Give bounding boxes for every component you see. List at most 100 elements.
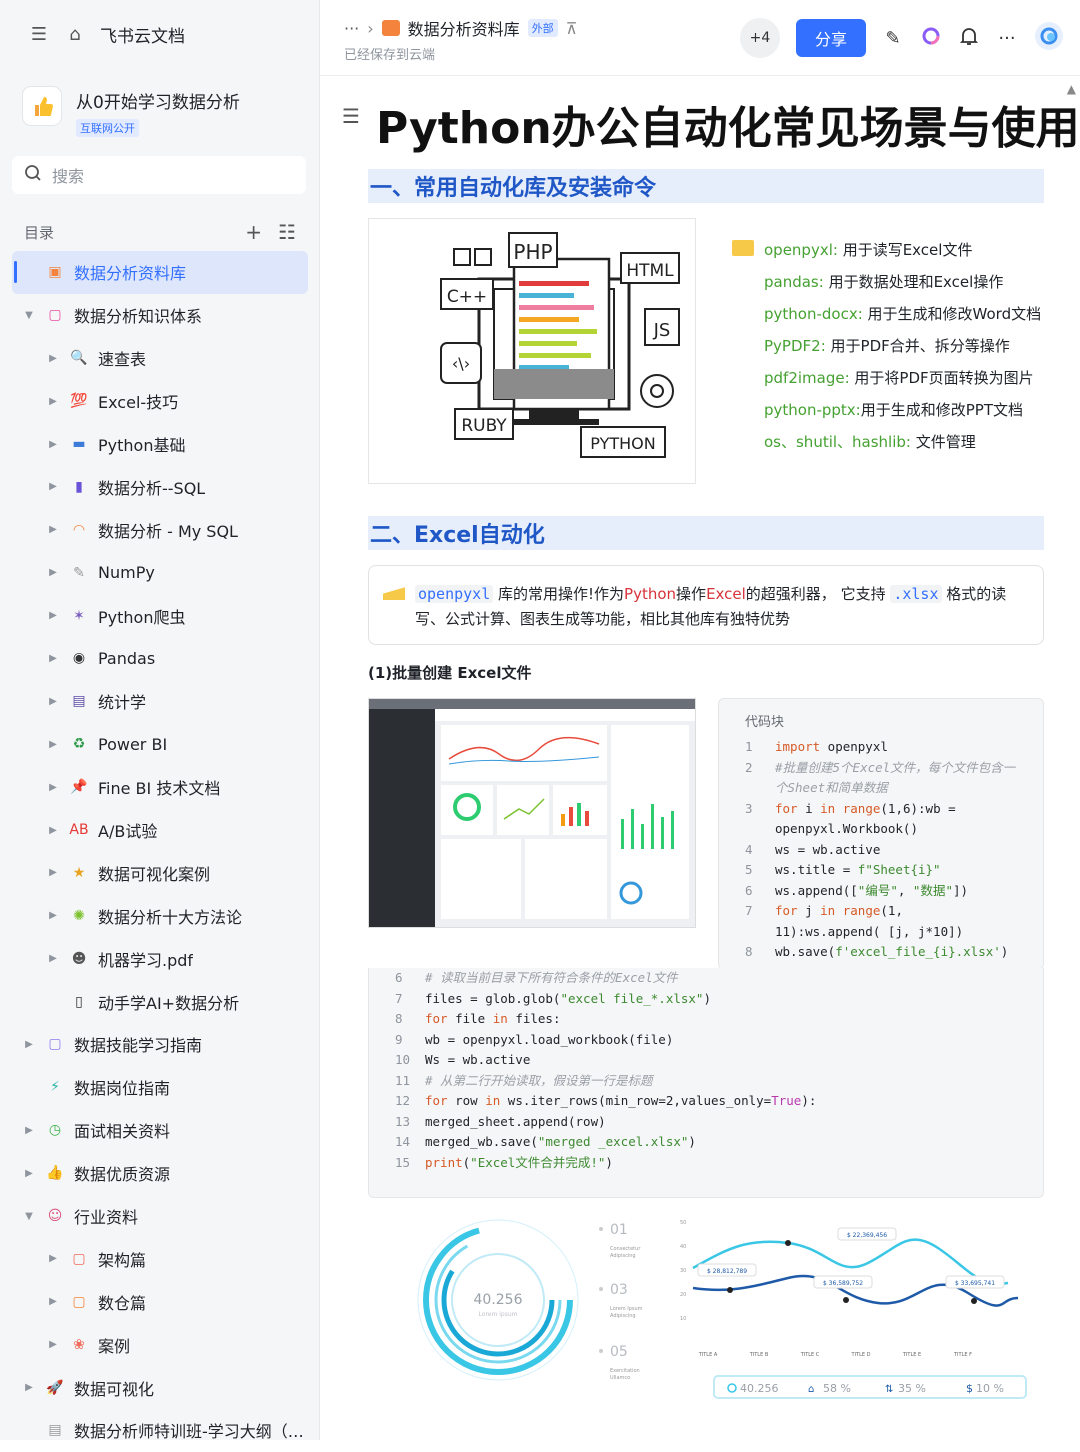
chevron-right-icon[interactable]: ▶ bbox=[46, 439, 60, 450]
chevron-right-icon[interactable]: ▶ bbox=[46, 739, 60, 750]
chevron-right-icon[interactable]: ▶ bbox=[46, 1253, 60, 1264]
illus-js: JS bbox=[653, 320, 671, 341]
tree-item[interactable]: ▶ ☻ 机器学习.pdf bbox=[12, 937, 308, 980]
chevron-right-icon[interactable]: ▶ bbox=[22, 1039, 36, 1050]
library-name: PyPDF2: bbox=[764, 337, 826, 355]
tree-item[interactable]: ▶ ★ 数据可视化案例 bbox=[12, 851, 308, 894]
callout-2: $ 22,369,456 bbox=[847, 1232, 887, 1239]
list-icon[interactable]: ☷ bbox=[278, 220, 296, 244]
chevron-right-icon[interactable]: ▶ bbox=[46, 910, 60, 921]
library-name: pandas: bbox=[764, 273, 824, 291]
tree-item[interactable]: ▶ ▬ Python基础 bbox=[12, 423, 308, 466]
library-item: os、shutil、hashlib: 文件管理 bbox=[764, 426, 1044, 458]
tree-item[interactable]: ▼ ☺ 行业资料 bbox=[12, 1195, 308, 1238]
tree-item[interactable]: ▶ ✎ NumPy bbox=[12, 551, 308, 594]
step-03-t1: Lorem Ipsum bbox=[610, 1306, 643, 1312]
chevron-down-icon[interactable]: ▼ bbox=[22, 1211, 36, 1222]
search-placeholder: 搜索 bbox=[52, 167, 85, 186]
user-avatar-icon[interactable] bbox=[1034, 21, 1063, 56]
ring-value: 40.256 bbox=[474, 1292, 523, 1308]
chevron-down-icon[interactable]: ▼ bbox=[22, 310, 36, 321]
callout-4: $ 33,695,741 bbox=[955, 1280, 995, 1287]
chevron-right-icon[interactable]: ▶ bbox=[46, 653, 60, 664]
folder-icon: ▣ bbox=[48, 264, 62, 281]
tree-item[interactable]: ▶ ▢ 数据技能学习指南 bbox=[12, 1023, 308, 1066]
share-button[interactable]: 分享 bbox=[796, 19, 866, 57]
chevron-right-icon[interactable]: ▶ bbox=[46, 567, 60, 578]
callout-python: Python bbox=[624, 585, 677, 603]
library-desc: 用于生成和修改Word文档 bbox=[862, 305, 1042, 323]
tree-item[interactable]: ▶ 🔍 速查表 bbox=[12, 337, 308, 380]
chevron-right-icon[interactable]: ▶ bbox=[46, 696, 60, 707]
tree-item[interactable]: ▣ 数据分析资料库 bbox=[12, 251, 308, 294]
breadcrumb-title[interactable]: 数据分析资料库 bbox=[408, 16, 520, 40]
tree-item[interactable]: ▶ ▮ 数据分析--SQL bbox=[12, 465, 308, 508]
x-tick-label: TITLE A bbox=[698, 1352, 718, 1358]
tree-item[interactable]: ▶ ♻ Power BI bbox=[12, 723, 308, 766]
add-icon[interactable]: + bbox=[245, 220, 262, 244]
tree-item[interactable]: ⚡ 数据岗位指南 bbox=[12, 1066, 308, 1109]
tree-item[interactable]: ▤ 数据分析师特训班-学习大纲（… bbox=[12, 1409, 308, 1452]
folder-icon bbox=[381, 20, 400, 36]
more-options-icon[interactable]: ··· bbox=[996, 28, 1018, 49]
chevron-right-icon[interactable]: ▶ bbox=[22, 1168, 36, 1179]
pin-icon[interactable]: ⊼ bbox=[566, 19, 578, 38]
library-item: pandas: 用于数据处理和Excel操作 bbox=[764, 266, 1044, 298]
chevron-right-icon[interactable]: ▶ bbox=[46, 396, 60, 407]
home-icon[interactable]: ⌂ bbox=[64, 24, 86, 46]
tree-item-label: Pandas bbox=[98, 648, 156, 668]
edit-icon[interactable]: ✎ bbox=[882, 28, 904, 49]
library-name: pdf2image: bbox=[764, 369, 850, 387]
tree-item[interactable]: ▶ 👍 数据优质资源 bbox=[12, 1152, 308, 1195]
ghost-icon: ☺ bbox=[47, 1208, 63, 1225]
tree-item[interactable]: ▶ 💯 Excel-技巧 bbox=[12, 380, 308, 423]
thumbs-up-icon bbox=[22, 86, 62, 126]
workspace-header[interactable]: 从0开始学习数据分析 互联网公开 bbox=[22, 86, 240, 137]
tree-item[interactable]: ▶ ✶ Python爬虫 bbox=[12, 594, 308, 637]
library-desc: 用于生成和修改PPT文档 bbox=[860, 401, 1024, 419]
library-desc: 用于将PDF页面转换为图片 bbox=[849, 369, 1034, 387]
chevron-right-icon[interactable]: ▶ bbox=[46, 825, 60, 836]
outline-icon[interactable]: ☰ bbox=[342, 104, 360, 128]
chevron-right-icon[interactable]: ▶ bbox=[46, 353, 60, 364]
tree-item[interactable]: ▶ AB A/B试验 bbox=[12, 809, 308, 852]
tree-item-label: Python爬虫 bbox=[98, 607, 186, 627]
library-item: PyPDF2: 用于PDF合并、拆分等操作 bbox=[764, 330, 1044, 362]
chevron-right-icon[interactable]: ▶ bbox=[46, 953, 60, 964]
tree-item[interactable]: ▶ 📌 Fine BI 技术文档 bbox=[12, 766, 308, 809]
more-icon[interactable]: ··· bbox=[344, 19, 359, 38]
tree-item-label: 面试相关资料 bbox=[74, 1122, 171, 1142]
chevron-right-icon[interactable]: ▶ bbox=[46, 524, 60, 535]
code-lines-bottom: 6 # 读取当前目录下所有符合条件的Excel文件 7 files = glob.g… bbox=[395, 970, 817, 1170]
chevron-right-icon[interactable]: ▶ bbox=[46, 481, 60, 492]
tree-item[interactable]: ▶ ◉ Pandas bbox=[12, 637, 308, 680]
tree-item[interactable]: ▶ ◷ 面试相关资料 bbox=[12, 1109, 308, 1152]
tree-item[interactable]: ▶ ✺ 数据分析十大方法论 bbox=[12, 894, 308, 937]
callout-text-3: 的超强利器， 它支持 bbox=[745, 585, 891, 603]
collapse-sidebar-icon[interactable]: ☰ bbox=[28, 24, 50, 46]
search-input[interactable]: 搜索 bbox=[12, 156, 306, 194]
collaborators-count[interactable]: +4 bbox=[740, 18, 780, 58]
tree-item[interactable]: ▶ ▢ 架构篇 bbox=[12, 1237, 308, 1280]
chevron-right-icon[interactable]: ▶ bbox=[22, 1125, 36, 1136]
heading-excel: 二、Excel自动化 bbox=[368, 516, 1044, 550]
chevron-right-icon[interactable]: ▶ bbox=[46, 1296, 60, 1307]
chevron-right-icon[interactable]: ▶ bbox=[22, 1382, 36, 1393]
svg-text:⌂: ⌂ bbox=[808, 1384, 814, 1395]
ai-icon[interactable] bbox=[920, 26, 942, 51]
tree-item[interactable]: ▶ ▤ 统计学 bbox=[12, 680, 308, 723]
chevron-right-icon[interactable]: ▶ bbox=[46, 1339, 60, 1350]
chevron-right-icon[interactable]: ▶ bbox=[46, 782, 60, 793]
x-tick-label: TITLE B bbox=[749, 1352, 769, 1358]
chevron-right-icon[interactable]: ▶ bbox=[46, 610, 60, 621]
tree-item[interactable]: ▼ ▢ 数据分析知识体系 bbox=[12, 294, 308, 337]
bell-icon[interactable] bbox=[958, 26, 980, 51]
tree-item[interactable]: ▯ 动手学AI+数据分析 bbox=[12, 980, 308, 1023]
tree-item[interactable]: ▶ ❀ 案例 bbox=[12, 1323, 308, 1366]
tree-item[interactable]: ▶ ◠ 数据分析 - My SQL bbox=[12, 508, 308, 551]
chevron-right-icon[interactable]: ▶ bbox=[46, 867, 60, 878]
library-desc: 用于数据处理和Excel操作 bbox=[823, 273, 1004, 291]
tree-item[interactable]: ▶ 🚀 数据可视化 bbox=[12, 1366, 308, 1409]
tree-item[interactable]: ▶ ▢ 数仓篇 bbox=[12, 1280, 308, 1323]
app-name[interactable]: 飞书云文档 bbox=[100, 22, 185, 47]
